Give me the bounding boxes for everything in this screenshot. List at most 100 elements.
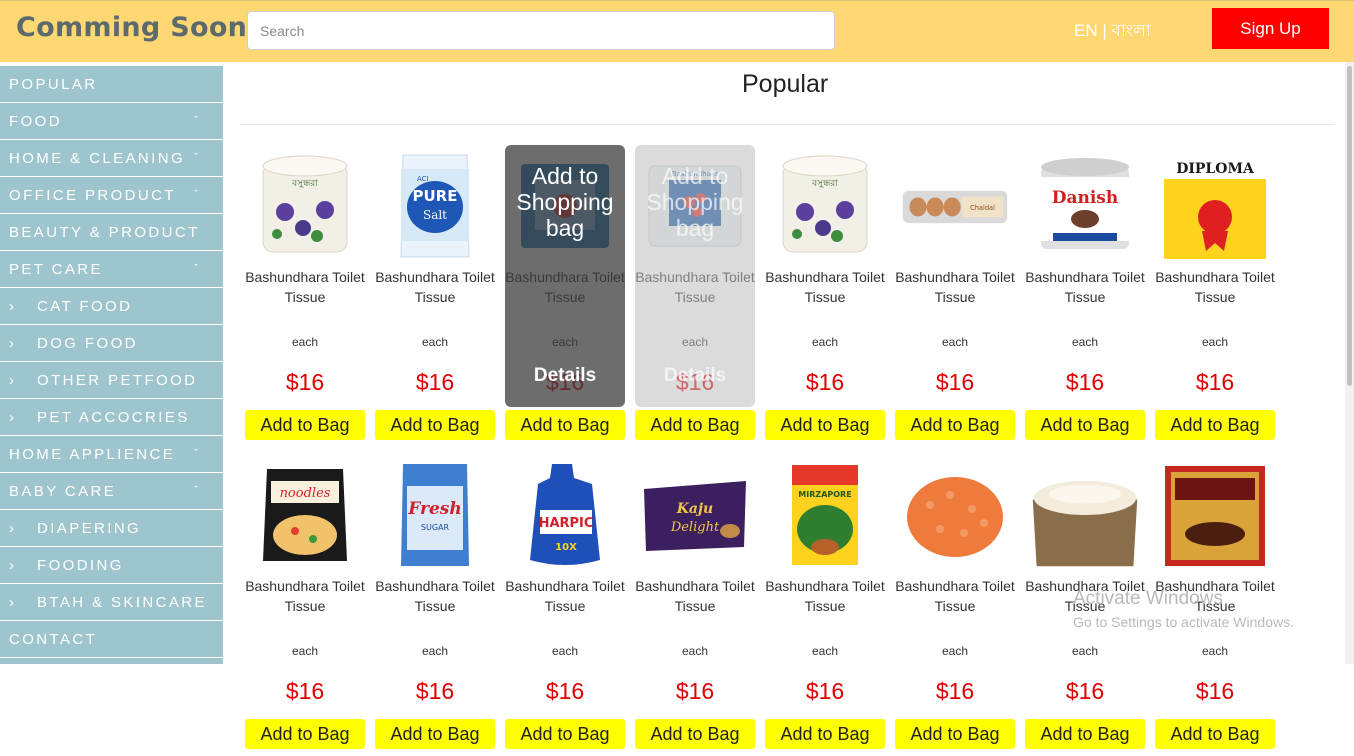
product-name[interactable]: Bashundhara Toilet Tissue <box>1155 267 1275 307</box>
product-card[interactable]: Bashundhara Toilet Tissueeach$16Add to B… <box>895 456 1015 756</box>
sidebar-item-diapering[interactable]: › DIAPERING <box>0 510 223 547</box>
product-name[interactable]: Bashundhara Toilet Tissue <box>245 576 365 616</box>
search-input[interactable] <box>247 11 835 50</box>
lang-bn-link[interactable]: বাংলা <box>1112 21 1151 40</box>
details-link[interactable]: Details <box>635 365 755 387</box>
add-to-bag-button[interactable]: Add to Bag <box>1025 719 1145 749</box>
add-to-bag-button[interactable]: Add to Bag <box>245 719 365 749</box>
add-to-bag-button[interactable]: Add to Bag <box>895 719 1015 749</box>
product-unit: each <box>1201 644 1229 658</box>
milk-powder-icon[interactable]: DIPLOMA <box>1159 149 1271 263</box>
add-to-bag-button[interactable]: Add to Bag <box>375 719 495 749</box>
sidebar-item-label: FOOD <box>9 113 62 130</box>
flour-sack-icon[interactable] <box>1029 458 1141 572</box>
product-card[interactable]: Fresh SUGAR Bashundhara Toilet Tissue each $… <box>375 456 495 756</box>
sidebar-item-baby-care[interactable]: BABY CARE ˆ <box>0 473 223 510</box>
product-unit: each <box>421 335 449 349</box>
add-to-shopping-bag-link[interactable]: Add to Shopping bag <box>635 163 755 241</box>
svg-text:Salt: Salt <box>423 208 447 222</box>
product-card[interactable]: বসুন্ধরা Bashundhara Toilet Tissue each $16… <box>765 147 885 447</box>
product-card[interactable]: BashundharaBashundhara Toilet Tissueeach… <box>635 145 755 447</box>
sidebar-item-dog-food[interactable]: › DOG FOOD <box>0 325 223 362</box>
cleaner-bottle-icon[interactable]: HARPIC 10X <box>509 458 621 572</box>
product-name[interactable]: Bashundhara Toilet Tissue <box>505 576 625 616</box>
chocolate-bar-icon[interactable]: Kaju Delight <box>639 458 751 572</box>
product-name[interactable]: Bashundhara Toilet Tissue <box>895 576 1015 616</box>
product-price: $16 <box>675 678 715 704</box>
add-to-shopping-bag-link[interactable]: Add to Shopping bag <box>505 163 625 241</box>
product-hover-overlay[interactable]: Add to Shopping bag Details <box>505 145 625 407</box>
chevron-down-icon[interactable]: ˇ <box>194 214 198 251</box>
egg-tray-icon[interactable]: Chaldal <box>899 149 1011 263</box>
chevron-down-icon[interactable]: ˇ <box>194 177 198 214</box>
lang-en-link[interactable]: EN <box>1074 21 1098 40</box>
salt-pack-icon[interactable]: PURE Salt ACI <box>379 149 491 263</box>
noodles-pack-icon[interactable]: noodles <box>249 458 361 572</box>
sign-up-button[interactable]: Sign Up <box>1212 8 1329 49</box>
product-card[interactable]: Chaldal Bashundhara Toilet Tissue each $16 A… <box>895 147 1015 447</box>
page-scrollbar-thumb[interactable] <box>1347 66 1352 386</box>
add-to-bag-button[interactable]: Add to Bag <box>635 410 755 440</box>
svg-text:noodles: noodles <box>280 486 331 501</box>
product-card[interactable]: Danish Bashundhara Toilet Tissue each $16 Ad… <box>1025 147 1145 447</box>
add-to-bag-button[interactable]: Add to Bag <box>1025 410 1145 440</box>
product-hover-overlay[interactable]: Add to Shopping bag Details <box>635 145 755 407</box>
chevron-down-icon[interactable]: ˇ <box>194 436 198 473</box>
toilet-roll-icon[interactable]: বসুন্ধরা <box>249 149 361 263</box>
sidebar-item-btah-skincare[interactable]: › BTAH & SKINCARE <box>0 584 223 621</box>
spice-box-icon[interactable] <box>1159 458 1271 572</box>
add-to-bag-button[interactable]: Add to Bag <box>1155 410 1275 440</box>
sidebar-item-pet-accocries[interactable]: › PET ACCOCRIES <box>0 399 223 436</box>
add-to-bag-button[interactable]: Add to Bag <box>765 410 885 440</box>
sidebar-item-food[interactable]: FOOD ˇ <box>0 103 223 140</box>
product-name[interactable]: Bashundhara Toilet Tissue <box>1025 267 1145 307</box>
product-name[interactable]: Bashundhara Toilet Tissue <box>375 576 495 616</box>
chevron-down-icon[interactable]: ˇ <box>194 140 198 177</box>
product-name[interactable]: Bashundhara Toilet Tissue <box>765 267 885 307</box>
chevron-right-icon: › <box>9 372 14 389</box>
brand-logo[interactable]: Comming Soon <box>16 12 247 43</box>
sidebar-item-label: PET CARE <box>9 261 103 278</box>
add-to-bag-button[interactable]: Add to Bag <box>895 410 1015 440</box>
tea-pack-icon[interactable]: MIRZAPORE <box>769 458 881 572</box>
lentils-icon[interactable] <box>899 458 1011 572</box>
sidebar-item-office-product[interactable]: OFFICE PRODUCT ˇ <box>0 177 223 214</box>
sidebar-item-home-cleaning[interactable]: HOME & CLEANING ˇ <box>0 140 223 177</box>
product-name[interactable]: Bashundhara Toilet Tissue <box>635 576 755 616</box>
sugar-bag-icon[interactable]: Fresh SUGAR <box>379 458 491 572</box>
sidebar-item-home-applience[interactable]: HOME APPLIENCE ˇ <box>0 436 223 473</box>
product-name[interactable]: Bashundhara Toilet Tissue <box>375 267 495 307</box>
add-to-bag-button[interactable]: Add to Bag <box>765 719 885 749</box>
product-card[interactable]: বসুন্ধরা Bashundhara Toilet Tissue each $16… <box>245 147 365 447</box>
sidebar-item-contact[interactable]: CONTACT <box>0 621 223 658</box>
product-price: $16 <box>935 369 975 395</box>
product-card[interactable]: Kaju Delight Bashundhara Toilet Tissue each… <box>635 456 755 756</box>
product-card[interactable]: Bashundhara Toilet Tissueeach$16Add to B… <box>505 145 625 447</box>
add-to-bag-button[interactable]: Add to Bag <box>635 719 755 749</box>
add-to-bag-button[interactable]: Add to Bag <box>375 410 495 440</box>
sidebar-item-fooding[interactable]: › FOODING <box>0 547 223 584</box>
chevron-up-icon[interactable]: ˆ <box>194 473 198 510</box>
add-to-bag-button[interactable]: Add to Bag <box>245 410 365 440</box>
product-card[interactable]: MIRZAPORE Bashundhara Toilet Tissue each $1… <box>765 456 885 756</box>
sidebar-item-popular[interactable]: POPULAR <box>0 66 223 103</box>
milk-can-icon[interactable]: Danish <box>1029 149 1141 263</box>
product-name[interactable]: Bashundhara Toilet Tissue <box>895 267 1015 307</box>
sidebar-item-other-petfood[interactable]: › OTHER PETFOOD <box>0 362 223 399</box>
sidebar-item-pet-care[interactable]: PET CARE ˆ <box>0 251 223 288</box>
product-card[interactable]: noodles Bashundhara Toilet Tissue each $16 A… <box>245 456 365 756</box>
chevron-up-icon[interactable]: ˆ <box>194 251 198 288</box>
product-card[interactable]: PURE Salt ACI Bashundhara Toilet Tissue each… <box>375 147 495 447</box>
sidebar-item-cat-food[interactable]: › CAT FOOD <box>0 288 223 325</box>
add-to-bag-button[interactable]: Add to Bag <box>1155 719 1275 749</box>
add-to-bag-button[interactable]: Add to Bag <box>505 719 625 749</box>
chevron-down-icon[interactable]: ˇ <box>194 103 198 140</box>
sidebar-item-beauty-product[interactable]: BEAUTY & PRODUCT ˇ <box>0 214 223 251</box>
product-name[interactable]: Bashundhara Toilet Tissue <box>765 576 885 616</box>
toilet-roll-icon[interactable]: বসুন্ধরা <box>769 149 881 263</box>
details-link[interactable]: Details <box>505 365 625 387</box>
add-to-bag-button[interactable]: Add to Bag <box>505 410 625 440</box>
product-card[interactable]: DIPLOMA Bashundhara Toilet Tissue each $16 A… <box>1155 147 1275 447</box>
product-card[interactable]: HARPIC 10X Bashundhara Toilet Tissue each $1… <box>505 456 625 756</box>
product-name[interactable]: Bashundhara Toilet Tissue <box>245 267 365 307</box>
